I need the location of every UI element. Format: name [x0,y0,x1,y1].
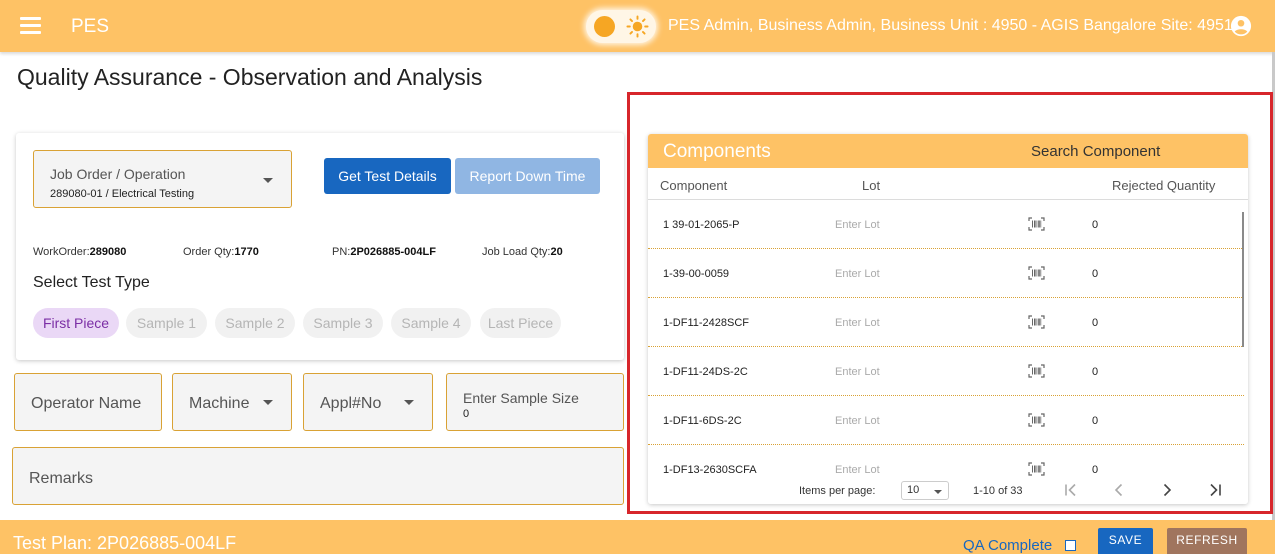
job-order-select[interactable]: Job Order / Operation 289080-01 / Electr… [33,150,292,208]
sample-size-label: Enter Sample Size [463,390,579,406]
chevron-down-icon [263,400,273,405]
components-title: Components [663,141,771,162]
app-name: PES [71,16,110,37]
component-name: 1 39-01-2065-P [663,219,740,231]
barcode-scan-icon[interactable] [1028,217,1045,231]
table-scrollbar[interactable] [1242,212,1244,347]
theme-toggle[interactable] [586,10,656,43]
barcode-scan-icon[interactable] [1028,364,1045,378]
chip-sample-4[interactable]: Sample 4 [391,308,471,338]
table-row[interactable]: 1-39-00-0059 Enter Lot 0 [648,249,1244,298]
job-details-card: Job Order / Operation 289080-01 / Electr… [16,133,624,360]
component-name: 1-DF11-24DS-2C [663,366,748,378]
top-app-bar: PES PES Admin, Business Admin, Business … [0,0,1275,52]
rejected-qty[interactable]: 0 [1092,268,1098,280]
lot-input[interactable]: Enter Lot [835,268,880,280]
pn-info: PN:2P026885-004LF [332,246,436,258]
component-name: 1-DF13-2630SCFA [663,464,757,476]
bottom-bar: Test Plan: 2P026885-004LF QA Complete SA… [0,520,1275,554]
rejected-qty[interactable]: 0 [1092,415,1098,427]
qa-complete-checkbox[interactable] [1065,540,1076,551]
rejected-qty[interactable]: 0 [1092,464,1098,476]
table-row[interactable]: 1 39-01-2065-P Enter Lot 0 [648,200,1244,249]
barcode-scan-icon[interactable] [1028,462,1045,476]
sun-icon [626,15,649,38]
machine-select[interactable]: Machine [172,373,292,431]
job-order-label: Job Order / Operation [50,166,186,182]
job-load-info: Job Load Qty:20 [482,246,563,258]
user-info: PES Admin, Business Admin, Business Unit… [668,17,1242,34]
get-test-details-button[interactable]: Get Test Details [324,158,451,194]
chevron-down-icon [404,400,414,405]
first-page-icon[interactable] [1063,482,1079,498]
column-header-rejected[interactable]: Rejected Quantity [1112,178,1215,193]
remarks-placeholder: Remarks [29,470,94,487]
chip-sample-1[interactable]: Sample 1 [126,308,207,338]
lot-input[interactable]: Enter Lot [835,366,880,378]
chip-first-piece[interactable]: First Piece [33,308,119,338]
component-name: 1-DF11-2428SCF [663,317,749,329]
items-per-page-select[interactable]: 10 [901,481,949,500]
page-range: 1-10 of 33 [973,485,1023,497]
components-header: Components Search Component [648,134,1248,168]
column-header-lot[interactable]: Lot [862,178,880,193]
remarks-field[interactable]: Remarks [12,447,624,505]
page-title: Quality Assurance - Observation and Anal… [17,64,483,90]
operator-name-field[interactable]: Operator Name [14,373,162,431]
items-per-page-label: Items per page: [799,485,876,497]
test-plan-label: Test Plan: 2P026885-004LF [13,533,237,553]
menu-icon[interactable] [20,17,41,35]
table-row[interactable]: 1-DF11-2428SCF Enter Lot 0 [648,298,1244,347]
column-header-component[interactable]: Component [660,178,727,193]
save-button[interactable]: SAVE [1098,528,1153,554]
work-order-info: WorkOrder:289080 [33,246,127,258]
rejected-qty[interactable]: 0 [1092,219,1098,231]
last-page-icon[interactable] [1207,482,1223,498]
items-per-page-value: 10 [907,484,920,496]
table-row[interactable]: 1-DF11-24DS-2C Enter Lot 0 [648,347,1244,396]
chip-sample-2[interactable]: Sample 2 [215,308,295,338]
barcode-scan-icon[interactable] [1028,315,1045,329]
report-down-time-button[interactable]: Report Down Time [455,158,600,194]
paginator: Items per page: 10 1-10 of 33 [648,478,1248,504]
lot-input[interactable]: Enter Lot [835,415,880,427]
qa-complete-label: QA Complete [963,537,1053,554]
chip-last-piece[interactable]: Last Piece [480,308,561,338]
appl-no-label: Appl#No [320,395,382,412]
appl-no-select[interactable]: Appl#No [303,373,433,431]
account-icon[interactable] [1230,15,1252,37]
sample-size-value: 0 [463,408,470,420]
search-component-input[interactable]: Search Component [1031,143,1160,160]
components-card: Components Search Component Component Lo… [648,134,1248,504]
rejected-qty[interactable]: 0 [1092,366,1098,378]
job-order-value: 289080-01 / Electrical Testing [50,188,195,200]
chevron-down-icon [263,178,273,183]
rejected-qty[interactable]: 0 [1092,317,1098,329]
component-name: 1-39-00-0059 [663,268,730,280]
toggle-knob [594,16,615,37]
next-page-icon[interactable] [1159,482,1175,498]
table-row[interactable]: 1-DF11-6DS-2C Enter Lot 0 [648,396,1244,445]
select-test-type-title: Select Test Type [33,274,150,291]
chevron-down-icon [934,490,942,494]
component-name: 1-DF11-6DS-2C [663,415,742,427]
operator-name-placeholder: Operator Name [31,395,142,412]
barcode-scan-icon[interactable] [1028,413,1045,427]
lot-input[interactable]: Enter Lot [835,464,880,476]
chip-sample-3[interactable]: Sample 3 [303,308,383,338]
lot-input[interactable]: Enter Lot [835,317,880,329]
previous-page-icon[interactable] [1111,482,1127,498]
lot-input[interactable]: Enter Lot [835,219,880,231]
barcode-scan-icon[interactable] [1028,266,1045,280]
order-qty-info: Order Qty:1770 [183,246,259,258]
sample-size-field[interactable]: Enter Sample Size 0 [446,373,624,431]
machine-label: Machine [189,395,250,412]
refresh-button[interactable]: REFRESH [1167,528,1247,554]
